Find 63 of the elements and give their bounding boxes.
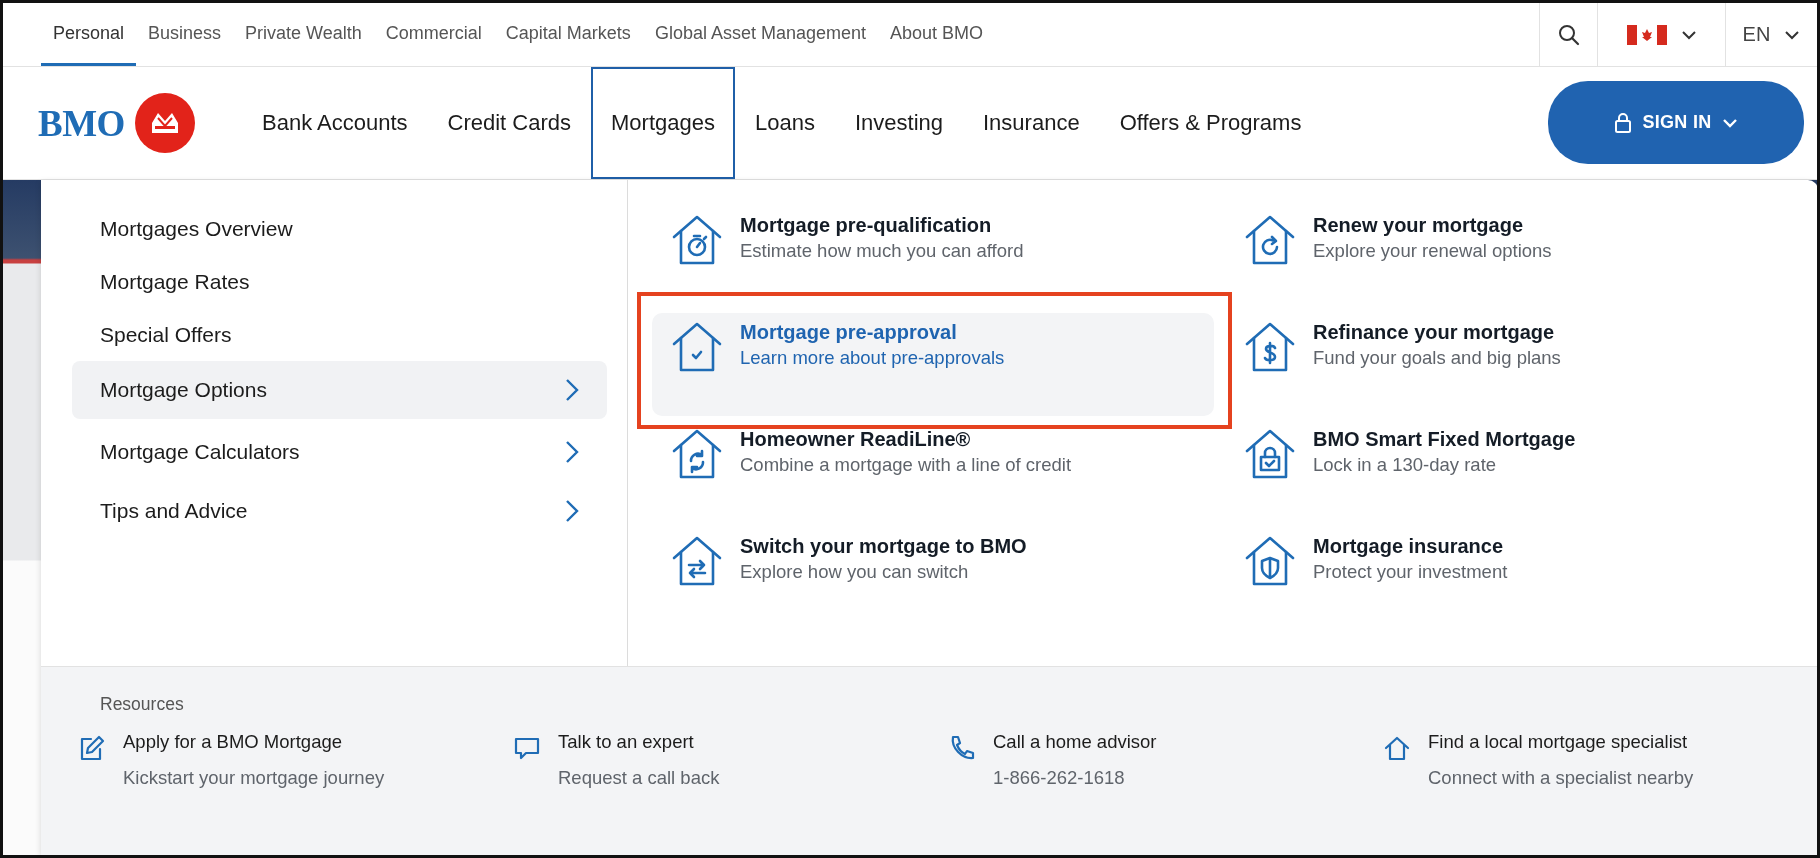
chevron-down-icon <box>1680 29 1697 40</box>
sign-in-button[interactable]: SIGN IN <box>1548 81 1804 164</box>
option-subtitle: Protect your investment <box>1313 561 1508 583</box>
utility-link[interactable]: About BMO <box>878 3 996 66</box>
menu-option-card[interactable]: Mortgage insurance Protect your investment <box>1225 527 1787 630</box>
utility-link[interactable]: Commercial <box>373 3 494 66</box>
chevron-down-icon <box>1721 117 1738 128</box>
menu-section-item[interactable]: Mortgages Overview <box>72 202 607 255</box>
resource-subtitle: Request a call back <box>558 767 720 789</box>
option-title: Mortgage pre-approval <box>740 321 958 344</box>
nav-tab[interactable]: Offers & Programs <box>1099 67 1322 179</box>
menu-option-card[interactable]: Homeowner ReadiLine® Combine a mortgage with a line of credit <box>652 420 1214 523</box>
menu-option-card[interactable]: Switch your mortgage to BMO Explore how you can switch <box>652 527 1214 630</box>
nav-tab[interactable]: Insurance <box>963 67 1100 179</box>
utility-link[interactable]: Global Asset Management <box>642 3 878 66</box>
menu-option-card[interactable]: BMO Smart Fixed Mortgage Lock in a 130-day rate <box>1225 420 1787 523</box>
nav-tab[interactable]: Credit Cards <box>427 67 592 179</box>
nav-tab[interactable]: Investing <box>834 67 963 179</box>
menu-section-item[interactable]: Mortgage Options <box>72 361 607 419</box>
option-subtitle: Explore how you can switch <box>740 561 970 583</box>
option-title: Refinance your mortgage <box>1313 321 1556 344</box>
option-subtitle: Estimate how much you can afford <box>740 240 1024 262</box>
option-subtitle: Combine a mortgage with a line of credit <box>740 454 1072 476</box>
nav-tab[interactable]: Loans <box>735 67 835 179</box>
menu-option-card[interactable]: Renew your mortgage Explore your renewal options <box>1225 206 1787 309</box>
option-title: Mortgage insurance <box>1313 535 1505 558</box>
resource-link[interactable]: Talk to an expert <box>558 731 720 753</box>
brand-logo-text[interactable]: BMO <box>38 101 125 145</box>
chevron-down-icon <box>1784 29 1801 40</box>
flag-icon <box>1626 24 1667 45</box>
resources-heading: Resources <box>100 694 185 715</box>
utility-link[interactable]: Personal <box>41 3 137 66</box>
lock-icon <box>1614 111 1633 134</box>
nav-tab[interactable]: Bank Accounts <box>242 67 428 179</box>
option-title: Homeowner ReadiLine® <box>740 428 972 451</box>
utility-link[interactable]: Private Wealth <box>233 3 374 66</box>
search-icon <box>1557 23 1580 46</box>
option-title: Renew your mortgage <box>1313 214 1525 237</box>
menu-option-card[interactable]: Refinance your mortgage Fund your goals and big plans <box>1225 313 1787 416</box>
utility-link[interactable]: Business <box>136 3 234 66</box>
resource-subtitle: Connect with a specialist nearby <box>1428 767 1694 789</box>
menu-section-item[interactable]: Special Offers <box>72 308 607 361</box>
option-subtitle: Lock in a 130-day rate <box>1313 454 1498 476</box>
option-title: Switch your mortgage to BMO <box>740 535 1027 558</box>
option-title: BMO Smart Fixed Mortgage <box>1313 428 1576 451</box>
option-subtitle: Learn more about pre-approvals <box>740 347 1005 369</box>
menu-section-item[interactable]: Mortgage Calculators <box>72 425 607 478</box>
roundel-logo-icon[interactable] <box>134 93 195 153</box>
resource-link[interactable]: Apply for a BMO Mortgage <box>123 731 385 753</box>
option-title: Mortgage pre-qualification <box>740 214 993 237</box>
language-selector[interactable]: EN <box>1725 3 1817 66</box>
menu-option-card[interactable]: Mortgage pre-approval Learn more about pre-approvals <box>652 313 1214 416</box>
menu-section-item[interactable]: Tips and Advice <box>72 484 607 537</box>
resource-link[interactable]: Find a local mortgage specialist <box>1428 731 1694 753</box>
resource-link[interactable]: Call a home advisor <box>993 731 1157 753</box>
option-subtitle: Explore your renewal options <box>1313 240 1552 262</box>
utility-link[interactable]: Capital Markets <box>493 3 643 66</box>
menu-option-card[interactable]: Mortgage pre-qualification Estimate how much you can afford <box>652 206 1214 309</box>
resource-subtitle: 1-866-262-1618 <box>993 767 1126 789</box>
resource-subtitle: Kickstart your mortgage journey <box>123 767 385 789</box>
menu-section-item[interactable]: Mortgage Rates <box>72 255 607 308</box>
nav-tab[interactable]: Mortgages <box>591 67 735 179</box>
option-subtitle: Fund your goals and big plans <box>1313 347 1561 369</box>
